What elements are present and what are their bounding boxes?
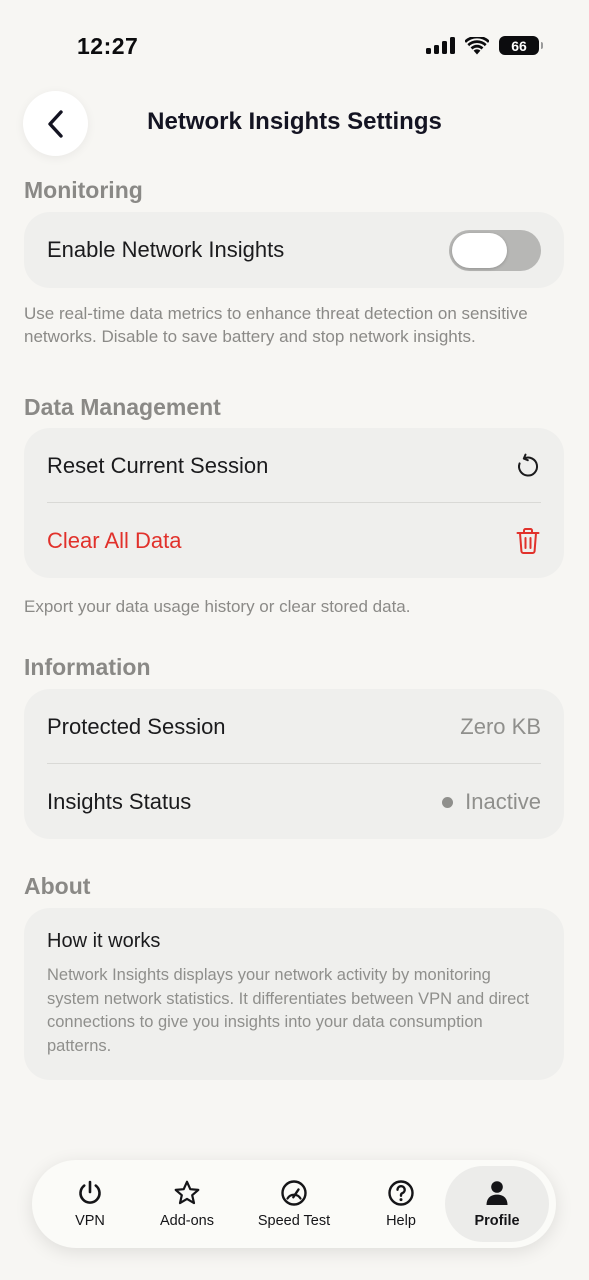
tab-add-ons[interactable]: Add-ons — [135, 1166, 239, 1242]
insights-status-text: Inactive — [465, 789, 541, 814]
about-card-title: How it works — [47, 930, 161, 952]
information-card: Protected Session Zero KB Insights Statu… — [24, 689, 564, 839]
person-icon — [486, 1181, 508, 1205]
help-circle-icon — [388, 1180, 414, 1206]
tab-profile-label: Profile — [474, 1213, 520, 1229]
monitoring-card: Enable Network Insights — [24, 212, 564, 288]
tab-vpn-label: VPN — [75, 1213, 105, 1229]
clear-data-label: Clear All Data — [47, 528, 182, 553]
status-icons: 66 — [426, 36, 543, 55]
enable-insights-toggle[interactable] — [449, 229, 541, 271]
status-time: 12:27 — [77, 33, 139, 59]
insights-status-label: Insights Status — [47, 789, 192, 814]
tab-vpn[interactable]: VPN — [38, 1166, 142, 1242]
reset-icon — [518, 453, 539, 477]
insights-status-value: Inactive — [442, 789, 541, 815]
tab-help-label: Help — [386, 1213, 416, 1229]
protected-session-row: Protected Session Zero KB — [24, 689, 564, 765]
section-title-about: About — [24, 873, 91, 899]
status-bar: 12:27 66 — [0, 0, 589, 90]
speedometer-icon — [281, 1180, 307, 1206]
data-management-description: Export your data usage history or clear … — [24, 597, 411, 616]
enable-insights-row: Enable Network Insights — [24, 212, 564, 288]
reset-session-row[interactable]: Reset Current Session — [24, 428, 564, 504]
page-title: Network Insights Settings — [147, 108, 442, 135]
tab-help[interactable]: Help — [349, 1166, 453, 1242]
tab-profile[interactable]: Profile — [445, 1166, 549, 1242]
toggle-knob — [452, 232, 507, 268]
protected-session-value: Zero KB — [460, 714, 541, 739]
enable-insights-label: Enable Network Insights — [47, 237, 285, 262]
power-icon — [79, 1180, 101, 1204]
battery-icon: 66 — [499, 36, 543, 55]
about-card-text: Network Insights displays your network a… — [47, 966, 530, 1055]
section-title-data-management: Data Management — [24, 394, 221, 420]
protected-session-label: Protected Session — [47, 714, 226, 739]
trash-icon — [516, 528, 540, 554]
section-title-monitoring: Monitoring — [24, 177, 143, 203]
tab-speed-test[interactable]: Speed Test — [242, 1166, 346, 1242]
section-title-information: Information — [24, 654, 151, 680]
clear-data-row[interactable]: Clear All Data — [24, 503, 564, 579]
cellular-signal-icon — [426, 37, 455, 54]
insights-status-row: Insights Status Inactive — [24, 764, 564, 840]
reset-session-label: Reset Current Session — [47, 453, 269, 478]
about-card: How it works Network Insights displays y… — [24, 908, 564, 1080]
wifi-icon — [465, 36, 489, 54]
star-icon — [174, 1180, 200, 1205]
tab-bar: VPN Add-ons Speed Test Help Profile — [32, 1160, 556, 1248]
status-dot-icon — [442, 796, 454, 808]
tab-speed-test-label: Speed Test — [257, 1213, 331, 1229]
monitoring-description: Use real-time data metrics to enhance th… — [24, 304, 528, 346]
data-management-card: Reset Current Session Clear All Data — [24, 428, 564, 578]
tab-add-ons-label: Add-ons — [159, 1213, 214, 1229]
